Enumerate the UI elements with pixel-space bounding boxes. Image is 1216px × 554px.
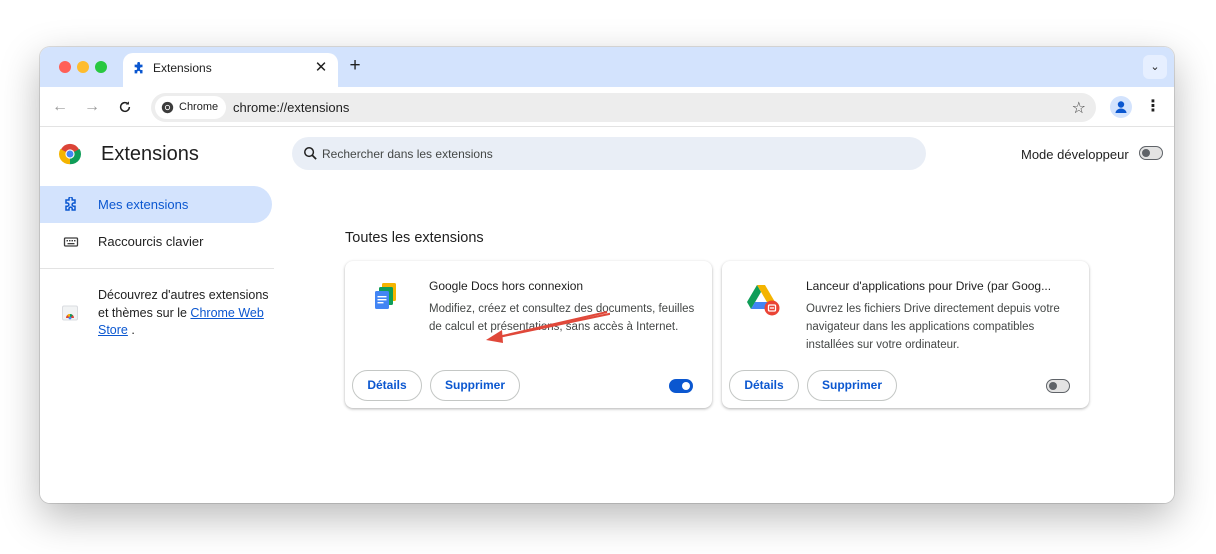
reload-button[interactable] [114,96,136,118]
new-tab-button[interactable]: + [345,55,365,77]
toggle-knob [1049,382,1057,390]
puzzle-icon [134,62,143,74]
web-store-promo: Découvrez d'autres extensions et thèmes … [98,287,273,340]
extension-enable-toggle[interactable] [1046,379,1070,393]
tab-search-button[interactable]: ⌄ [1143,55,1167,79]
toggle-knob [682,382,690,390]
extension-card-drive-app-launcher: Lanceur d'applications pour Drive (par G… [722,261,1089,408]
chrome-logo-icon [59,143,81,165]
extension-enable-toggle[interactable] [669,379,693,393]
developer-mode-toggle[interactable] [1139,146,1163,160]
sidebar-item-my-extensions[interactable]: Mes extensions [40,186,272,223]
search-input[interactable] [322,137,912,170]
toggle-knob [1142,149,1150,157]
extension-name: Lanceur d'applications pour Drive (par G… [806,279,1052,293]
remove-button[interactable]: Supprimer [430,370,520,401]
site-chip-label: Chrome [179,101,219,113]
sidebar-divider [40,268,274,269]
chrome-web-store-icon [62,305,78,321]
toolbar: ← → Chrome chrome://extensions ☆ ⋮ [40,87,1174,127]
browser-window: Extensions ✕ + ⌄ ← → Chrome chrome://ext… [40,47,1174,503]
google-drive-icon [747,285,780,316]
tab-close-icon[interactable]: ✕ [312,58,330,76]
keyboard-icon [63,237,79,247]
details-button[interactable]: Détails [352,370,422,401]
tab-strip: Extensions ✕ + ⌄ [40,47,1174,87]
remove-button[interactable]: Supprimer [807,370,897,401]
search-icon [304,147,317,160]
search-box[interactable] [292,137,926,170]
forward-button[interactable]: → [81,96,103,118]
sidebar-item-label: Raccourcis clavier [98,234,204,249]
details-button[interactable]: Détails [729,370,799,401]
tab-extensions[interactable]: Extensions ✕ [123,53,338,87]
extension-description: Ouvrez les fichiers Drive directement de… [806,303,1060,351]
site-info-chip[interactable]: Chrome [155,96,227,119]
window-close-button[interactable] [59,61,71,73]
back-button[interactable]: ← [49,96,71,118]
window-minimize-button[interactable] [77,61,89,73]
section-title: Toutes les extensions [345,230,484,246]
reload-icon [119,101,131,113]
sidebar-item-label: Mes extensions [98,197,189,212]
sidebar-item-keyboard-shortcuts[interactable]: Raccourcis clavier [40,223,272,260]
menu-icon[interactable]: ⋮ [1145,96,1161,118]
tab-title: Extensions [153,61,212,75]
profile-avatar[interactable] [1110,96,1132,118]
puzzle-icon [65,197,76,211]
chrome-icon [161,101,174,114]
url-text[interactable]: chrome://extensions [233,100,349,115]
bookmark-star-icon[interactable]: ☆ [1072,98,1086,118]
address-bar[interactable]: Chrome chrome://extensions ☆ [151,93,1096,122]
window-zoom-button[interactable] [95,61,107,73]
page-title: Extensions [101,143,199,165]
google-docs-icon [375,283,396,309]
annotation-arrow-icon [486,311,610,343]
extension-name: Google Docs hors connexion [429,279,584,293]
developer-mode-label: Mode développeur [1021,147,1129,162]
web-store-promo-suffix: . [127,323,135,337]
person-icon [1115,101,1127,113]
